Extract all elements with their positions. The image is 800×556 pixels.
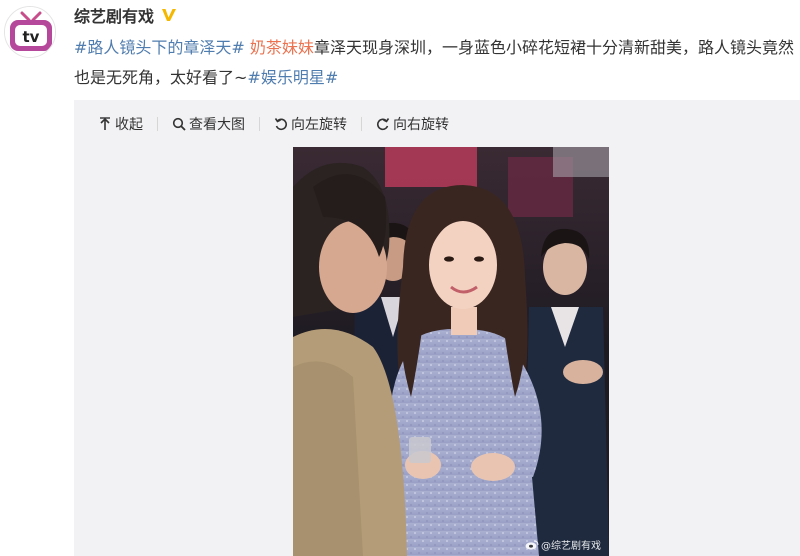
search-icon <box>172 117 186 131</box>
weibo-logo-icon <box>525 540 539 550</box>
author-name[interactable]: 综艺剧有戏 <box>74 3 154 27</box>
toolbar-divider <box>259 117 260 131</box>
view-large-label: 查看大图 <box>189 117 245 133</box>
author-name-row: 综艺剧有戏 <box>74 2 178 28</box>
rotate-left-label: 向左旋转 <box>291 117 347 133</box>
collapse-arrow-icon <box>100 117 110 130</box>
topic-link[interactable]: #路人镜头下的章泽天# <box>74 38 245 57</box>
photo-scene <box>293 147 609 556</box>
rotate-left-button[interactable]: 向左旋转 <box>274 114 347 134</box>
author-avatar[interactable]: tv <box>4 6 56 58</box>
rotate-right-label: 向右旋转 <box>393 117 449 133</box>
avatar-label: tv <box>23 28 40 46</box>
toolbar-divider <box>361 117 362 131</box>
collapse-label: 收起 <box>115 117 143 133</box>
watermark-text: @综艺剧有戏 <box>541 541 601 552</box>
rotate-left-icon <box>274 118 287 131</box>
media-box: 收起 查看大图 向左旋转 向右旋转 @综艺剧有戏 <box>74 100 800 556</box>
media-toolbar: 收起 查看大图 向左旋转 向右旋转 <box>74 100 800 148</box>
image-watermark: @综艺剧有戏 <box>525 537 601 552</box>
toolbar-divider <box>157 117 158 131</box>
verified-badge-icon <box>162 9 177 21</box>
topic-link[interactable]: #娱乐明星# <box>247 68 338 87</box>
post-text: #路人镜头下的章泽天# 奶茶妹妹章泽天现身深圳，一身蓝色小碎花短裙十分清新甜美，… <box>74 33 794 93</box>
post-photo[interactable]: @综艺剧有戏 <box>293 147 609 556</box>
tv-icon: tv <box>5 7 55 57</box>
mention-link[interactable]: 奶茶妹妹 <box>250 38 314 57</box>
collapse-button[interactable]: 收起 <box>98 114 143 134</box>
view-large-button[interactable]: 查看大图 <box>172 114 245 134</box>
rotate-right-icon <box>377 118 390 131</box>
rotate-right-button[interactable]: 向右旋转 <box>376 114 449 134</box>
